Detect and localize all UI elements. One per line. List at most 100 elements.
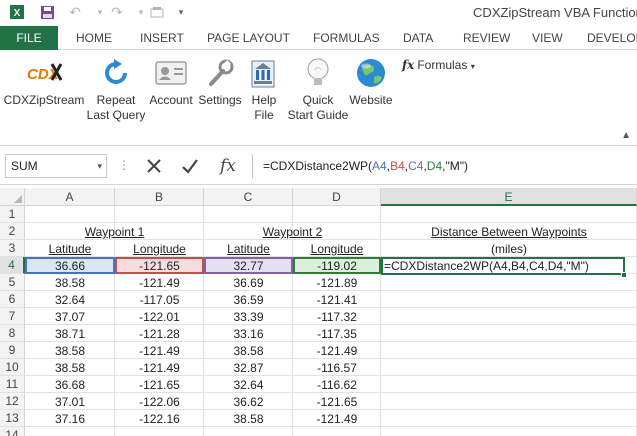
row-header-2[interactable]: 2 (0, 223, 25, 240)
cell[interactable] (204, 427, 293, 436)
enter-check-icon[interactable] (177, 154, 203, 178)
data-cell[interactable]: -121.28 (115, 326, 204, 342)
data-cell[interactable]: -121.65 (115, 258, 204, 274)
data-cell[interactable]: -121.49 (115, 275, 204, 291)
data-cell[interactable]: -119.02 (293, 258, 381, 274)
row-header-4[interactable]: 4 (0, 257, 25, 274)
active-cell-e4[interactable]: =CDXDistance2WP(A4,B4,C4,D4,"M") (381, 257, 625, 275)
quick-start-guide-button[interactable]: Quick Start Guide (286, 56, 350, 123)
cell[interactable] (25, 427, 115, 436)
data-cell[interactable]: -122.01 (115, 309, 204, 325)
row-header-8[interactable]: 8 (0, 325, 25, 342)
cell[interactable] (381, 427, 637, 436)
data-cell[interactable]: -117.05 (115, 292, 204, 308)
cell[interactable] (293, 206, 381, 223)
cell[interactable] (204, 206, 293, 223)
redo-icon[interactable]: ↷ (108, 3, 126, 21)
data-cell[interactable]: -121.49 (293, 411, 381, 427)
row-header-10[interactable]: 10 (0, 359, 25, 376)
website-button[interactable]: Website (348, 56, 394, 108)
row-header-9[interactable]: 9 (0, 342, 25, 359)
cell[interactable] (25, 206, 115, 223)
data-cell[interactable]: 32.87 (204, 360, 293, 376)
chevron-down-icon[interactable]: ▾ (97, 155, 102, 177)
repeat-last-query-button[interactable]: Repeat Last Query (86, 56, 146, 123)
data-cell[interactable]: 36.62 (204, 394, 293, 410)
data-cell[interactable]: -117.35 (293, 326, 381, 342)
data-cell[interactable]: 36.69 (204, 275, 293, 291)
cell[interactable] (381, 274, 637, 291)
row-header-13[interactable]: 13 (0, 410, 25, 427)
cell[interactable] (381, 308, 637, 325)
cdxzipstream-button[interactable]: CDX CDXZipStream (4, 56, 84, 108)
tab-file[interactable]: FILE (0, 26, 58, 50)
help-file-button[interactable]: Help File (246, 56, 282, 123)
collapse-ribbon-icon[interactable]: ▲ (621, 130, 631, 141)
cell[interactable] (115, 206, 204, 223)
cell[interactable] (381, 393, 637, 410)
data-cell[interactable]: 32.64 (25, 292, 115, 308)
data-cell[interactable]: 38.58 (25, 343, 115, 359)
cell[interactable] (381, 410, 637, 427)
data-cell[interactable]: 38.58 (204, 343, 293, 359)
excel-logo-icon[interactable]: X (8, 3, 26, 21)
data-cell[interactable]: -117.32 (293, 309, 381, 325)
column-header-c[interactable]: C (204, 188, 293, 206)
data-cell[interactable]: -121.49 (293, 343, 381, 359)
row-header-12[interactable]: 12 (0, 393, 25, 410)
row-header-6[interactable]: 6 (0, 291, 25, 308)
tab-review[interactable]: REVIEW (463, 26, 510, 50)
settings-button[interactable]: Settings (196, 56, 244, 108)
undo-icon[interactable]: ↶ (66, 3, 84, 21)
column-header-d[interactable]: D (293, 188, 381, 206)
data-cell[interactable]: -116.57 (293, 360, 381, 376)
row-header-1[interactable]: 1 (0, 206, 25, 223)
formula-bar-grip-icon[interactable]: ⋮ (118, 158, 130, 172)
data-cell[interactable]: 33.39 (204, 309, 293, 325)
data-cell[interactable]: 32.77 (204, 258, 293, 274)
tab-home[interactable]: HOME (76, 26, 112, 50)
cell[interactable] (381, 291, 637, 308)
data-cell[interactable]: -121.65 (293, 394, 381, 410)
data-cell[interactable]: 38.58 (204, 411, 293, 427)
column-header-b[interactable]: B (115, 188, 204, 206)
insert-function-icon[interactable]: fx (215, 154, 241, 178)
data-cell[interactable]: 32.64 (204, 377, 293, 393)
cell[interactable] (381, 206, 637, 223)
row-header-3[interactable]: 3 (0, 240, 25, 257)
data-cell[interactable]: -121.89 (293, 275, 381, 291)
data-cell[interactable]: 38.71 (25, 326, 115, 342)
row-header-5[interactable]: 5 (0, 274, 25, 291)
formulas-dropdown[interactable]: fx Formulas ▾ (402, 58, 475, 72)
undo-dropdown-icon[interactable]: ▾ (91, 3, 109, 21)
account-button[interactable]: Account (148, 56, 194, 108)
name-box[interactable]: SUM ▾ (5, 154, 107, 178)
cell[interactable] (381, 342, 637, 359)
column-header-e[interactable]: E (381, 188, 637, 206)
row-header-14[interactable]: 14 (0, 427, 25, 436)
cell[interactable] (381, 376, 637, 393)
data-cell[interactable]: -121.65 (115, 377, 204, 393)
data-cell[interactable]: 36.68 (25, 377, 115, 393)
row-header-11[interactable]: 11 (0, 376, 25, 393)
tab-view[interactable]: VIEW (532, 26, 563, 50)
tab-data[interactable]: DATA (403, 26, 433, 50)
data-cell[interactable]: -121.49 (115, 343, 204, 359)
data-cell[interactable]: 36.59 (204, 292, 293, 308)
column-header-a[interactable]: A (25, 188, 115, 206)
formula-input[interactable]: =CDXDistance2WP(A4,B4,C4,D4,"M") (252, 154, 637, 178)
data-cell[interactable]: 37.16 (25, 411, 115, 427)
data-cell[interactable]: -121.41 (293, 292, 381, 308)
data-cell[interactable]: 38.58 (25, 275, 115, 291)
data-cell[interactable]: -121.49 (115, 360, 204, 376)
cell[interactable] (115, 427, 204, 436)
tab-page-layout[interactable]: PAGE LAYOUT (207, 26, 290, 50)
data-cell[interactable]: -122.06 (115, 394, 204, 410)
cell[interactable] (293, 427, 381, 436)
tab-developer[interactable]: DEVELOP (587, 26, 637, 50)
tab-insert[interactable]: INSERT (140, 26, 184, 50)
data-cell[interactable]: 37.07 (25, 309, 115, 325)
data-cell[interactable]: 33.16 (204, 326, 293, 342)
quick-access-item-icon[interactable] (148, 3, 166, 21)
spreadsheet-grid[interactable]: A B C D E 1 2 3 4 5 6 7 8 9 10 11 12 13 14 Waypoint 1 Waypoi… (0, 188, 637, 436)
